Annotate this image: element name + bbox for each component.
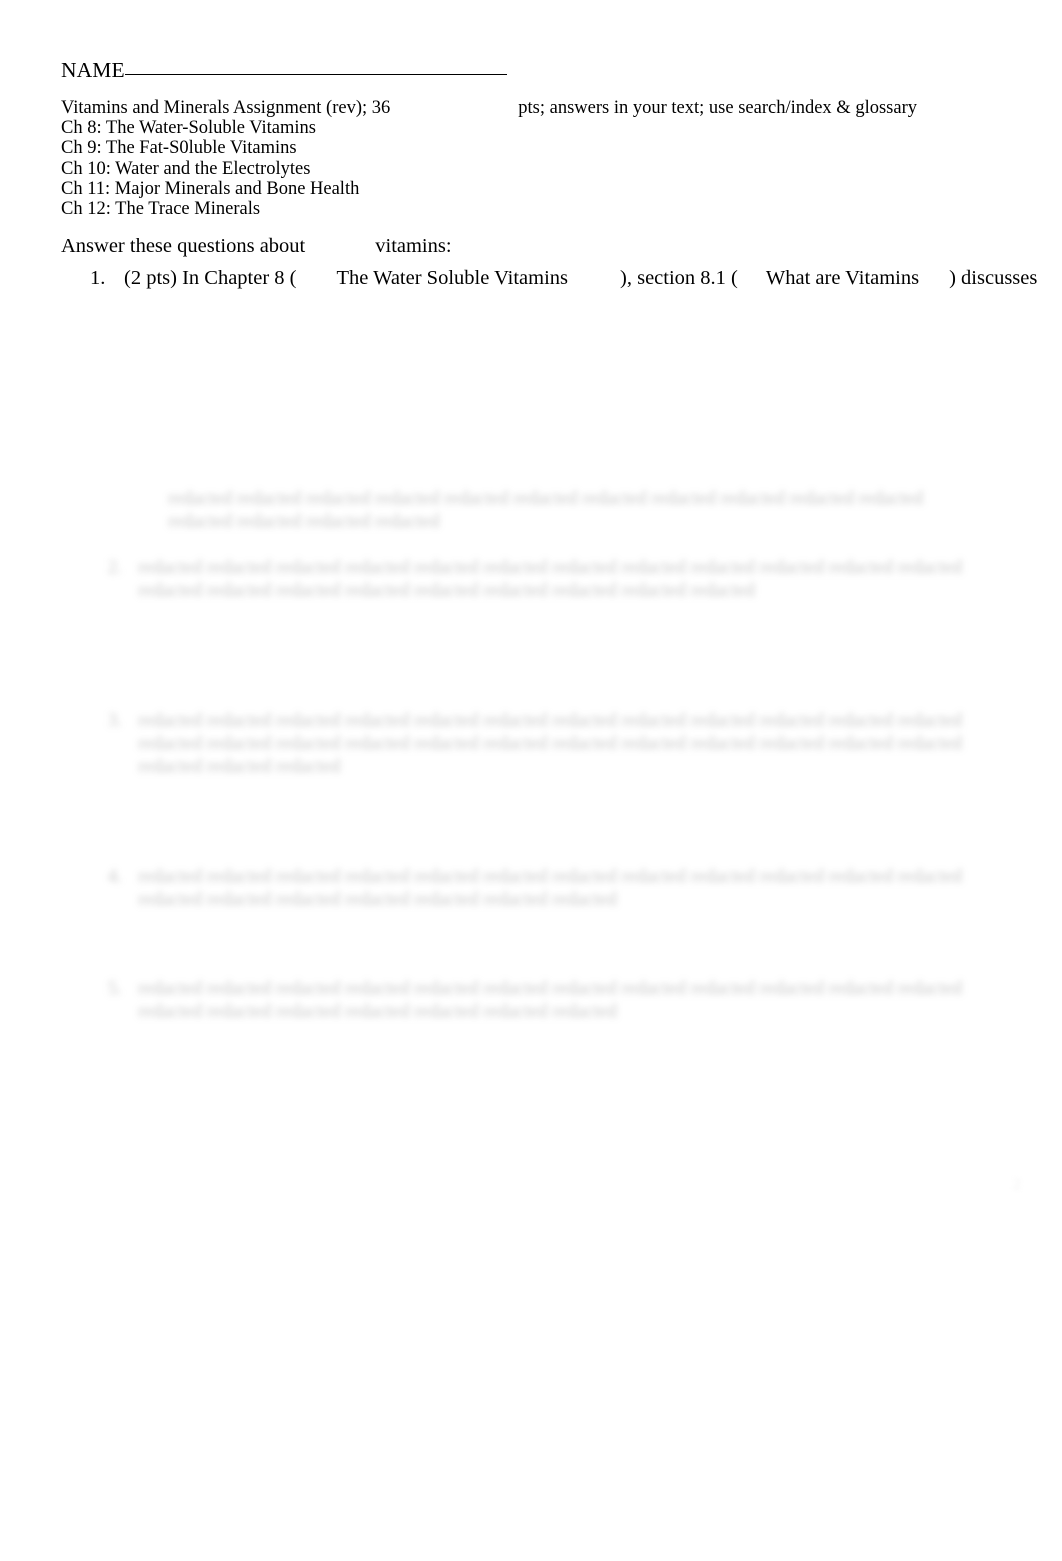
redacted-question-number: 3. [107,710,122,731]
name-underline[interactable] [124,74,507,75]
redacted-body: redacted redacted redacted redacted reda… [138,977,962,1023]
redacted-question-item: 5. redacted redacted redacted redacted r… [96,977,963,1023]
chapter-line: Ch 11: Major Minerals and Bone Health [61,178,360,199]
redacted-line: redacted redacted redacted [138,756,341,777]
redacted-line: redacted redacted redacted redacted reda… [138,580,756,601]
redacted-body: redacted redacted redacted redacted reda… [138,556,962,602]
name-label: NAME [61,58,125,82]
redacted-question-item: 3. redacted redacted redacted redacted r… [96,709,963,778]
redacted-question-number: 5. [107,978,122,999]
redacted-question-item: 4. redacted redacted redacted redacted r… [96,865,963,911]
redacted-body: redacted redacted redacted redacted reda… [138,709,962,778]
question-segment-4: What are Vitamins [765,267,920,289]
redacted-line: redacted redacted redacted redacted reda… [138,733,963,754]
redacted-question-item: 2. redacted redacted redacted redacted r… [96,556,963,602]
question-segment-1: In Chapter 8 ( [182,267,297,289]
chapter-line: Ch 12: The Trace Minerals [61,198,261,219]
chapter-line: Ch 9: The Fat-S0luble Vitamins [61,138,297,159]
assignment-title-line: Vitamins and Minerals Assignment (rev); … [61,98,917,118]
question-number: 1. [90,267,106,289]
redacted-body: redacted redacted redacted redacted reda… [138,865,962,911]
redacted-line: redacted redacted redacted redacted reda… [168,488,924,509]
section-prompt-part-1: Answer these questions about [61,235,306,257]
redacted-line: redacted redacted redacted redacted reda… [138,710,963,731]
redacted-question-number: 4. [107,866,122,887]
assignment-title-part-1: Vitamins and Minerals Assignment (rev); … [61,98,391,118]
chapter-line: Ch 10: Water and the Electrolytes [61,158,311,179]
assignment-header: Vitamins and Minerals Assignment (rev); … [61,98,917,219]
assignment-title-part-2: pts; answers in your text; use search/in… [518,98,917,118]
question-segment-2: The Water Soluble Vitamins [336,267,569,289]
document-page: NAME Vitamins and Minerals Assignment (r… [0,0,1062,1561]
page-number-mark: 2 [1013,1176,1021,1193]
redacted-line: redacted redacted redacted redacted reda… [138,557,963,578]
question-segment-5: ) discusses [949,267,1038,289]
section-prompt: Answer these questions about vitamins: [61,234,452,258]
redacted-body: redacted redacted redacted redacted reda… [168,487,923,533]
section-prompt-part-2: vitamins: [375,235,452,257]
chapter-line: Ch 8: The Water-Soluble Vitamins [61,118,316,139]
question-segment-3: ), section 8.1 ( [620,267,738,289]
redacted-line: redacted redacted redacted redacted reda… [138,866,963,887]
redacted-line: redacted redacted redacted redacted reda… [138,889,617,910]
redacted-line: redacted redacted redacted redacted reda… [138,1001,617,1022]
redacted-line: redacted redacted redacted redacted reda… [138,978,963,999]
question-points: (2 pts) [124,267,177,289]
redacted-line: redacted redacted redacted redacted [168,511,440,532]
redacted-question-number: 2. [107,557,122,578]
name-field[interactable]: NAME [61,57,507,83]
redacted-text-block: redacted redacted redacted redacted reda… [126,487,923,533]
question-item-1: 1. (2 pts) In Chapter 8 ( The Water Solubl… [90,266,1037,291]
